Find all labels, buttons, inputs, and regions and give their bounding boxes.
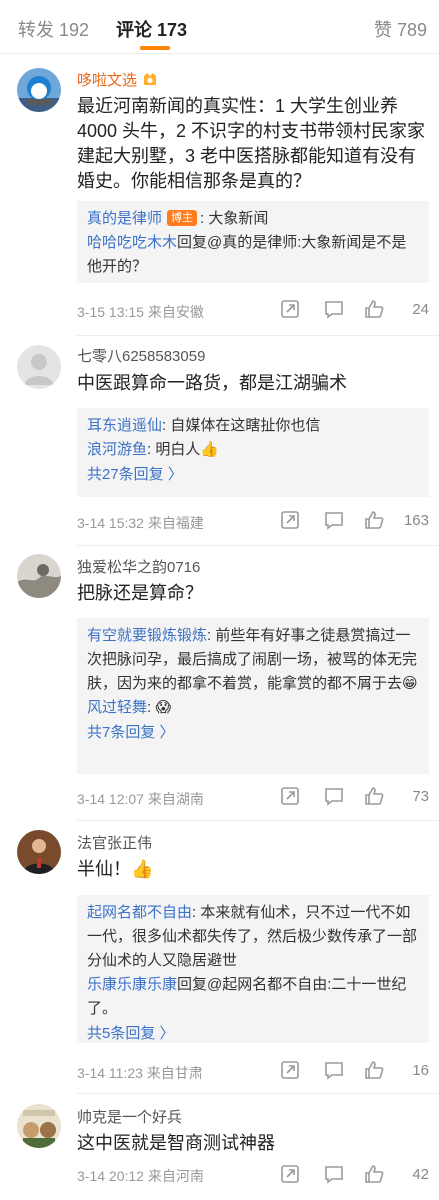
medal-icon [141,70,159,88]
comment-meta: 3-15 13:15 来自安徽 [77,304,204,320]
comment-divider [77,1093,439,1094]
author-name[interactable]: 独爱松华之韵0716 [77,556,200,577]
reply-item: 风过轻舞: 😱 [87,696,419,720]
reply-box[interactable]: 有空就要锻炼锻炼: 前些年有好事之徒悬赏搞过一次把脉问孕，最后搞成了闹剧一场，被… [77,618,429,774]
avatar[interactable] [17,345,61,389]
comment-divider [77,545,439,546]
reply-text: : 明白人👍 [147,441,220,458]
comment-tab-bar: 转发 192 评论 173 赞 789 [0,0,439,54]
reply-box[interactable]: 真的是律师 博主: 大象新闻 哈哈吃吃木木回复@真的是律师:大象新闻是不是他开的？ [77,201,429,283]
like-icon[interactable] [363,1059,385,1081]
like-count: 42 [412,1166,429,1183]
comment-actions: 163 [269,509,429,533]
share-icon[interactable] [279,509,301,531]
like-icon[interactable] [363,509,385,531]
reply-author[interactable]: 浪河游鱼 [87,441,147,458]
active-tab-indicator [140,46,170,50]
comment-actions: 24 [269,298,429,322]
comment-meta: 3-14 20:12 来自河南 [77,1168,204,1184]
like-count: 16 [412,1062,429,1079]
comment-icon[interactable] [323,785,345,807]
avatar[interactable] [17,830,61,874]
reply-text: : 大象新闻 [200,210,269,227]
reply-author[interactable]: 乐康乐康乐康 [87,976,177,993]
comment-text: 最近河南新闻的真实性：1 大学生创业养4000 头牛，2 不识字的村支书带领村民… [77,96,426,191]
reply-author[interactable]: 起网名都不自由 [87,904,192,921]
comment-divider [77,820,439,821]
author-name[interactable]: 帅克是一个好兵 [77,1106,182,1127]
avatar[interactable] [17,1104,61,1148]
reply-item: 起网名都不自由: 本来就有仙术，只不过一代不如一代，很多仙术都失传了，然后极少数… [87,901,419,973]
comment-author[interactable]: 哆啦文选 [77,69,159,90]
comment-icon[interactable] [323,298,345,320]
avatar[interactable] [17,68,61,112]
comment-icon[interactable] [323,1163,345,1185]
reply-item: 真的是律师 博主: 大象新闻 [87,207,419,231]
comment-divider [77,335,439,336]
tab-comments[interactable]: 评论 173 [116,16,187,42]
comment-actions: 73 [269,785,429,809]
reply-item: 哈哈吃吃木木回复@真的是律师:大象新闻是不是他开的？ [87,231,419,279]
share-icon[interactable] [279,1163,301,1185]
comment-text: 这中医就是智商测试神器 [77,1133,275,1153]
reply-author[interactable]: 风过轻舞 [87,699,147,716]
avatar[interactable] [17,554,61,598]
view-more-replies[interactable]: 共27条回复 〉 [87,462,419,488]
like-count: 24 [412,301,429,318]
like-icon[interactable] [363,785,385,807]
reply-box[interactable]: 起网名都不自由: 本来就有仙术，只不过一代不如一代，很多仙术都失传了，然后极少数… [77,895,429,1043]
comment-meta: 3-14 11:23 来自甘肃 [77,1065,203,1081]
comment-actions: 42 [269,1163,429,1187]
reply-box[interactable]: 耳东逍遥仙: 自媒体在这瞎扯你也信 浪河游鱼: 明白人👍 共27条回复 〉 [77,408,429,497]
reply-text: : 😱 [147,699,171,716]
view-more-replies[interactable]: 共5条回复 〉 [87,1021,419,1047]
author-name[interactable]: 七零八6258583059 [77,345,205,366]
comment-meta: 3-14 15:32 来自福建 [77,515,204,531]
reply-item: 有空就要锻炼锻炼: 前些年有好事之徒悬赏搞过一次把脉问孕，最后搞成了闹剧一场，被… [87,624,419,696]
reply-text: : 自媒体在这瞎扯你也信 [162,417,321,434]
view-more-replies[interactable]: 共7条回复 〉 [87,720,419,746]
comment-icon[interactable] [323,1059,345,1081]
reply-item: 耳东逍遥仙: 自媒体在这瞎扯你也信 [87,414,419,438]
tab-likes[interactable]: 赞 789 [374,16,427,42]
comment-text: 半仙！👍 [77,859,154,879]
comment-text: 中医跟算命一路货，都是江湖骗术 [77,373,347,393]
author-name[interactable]: 法官张正伟 [77,832,152,853]
share-icon[interactable] [279,785,301,807]
author-badge: 博主 [167,210,198,226]
reply-author[interactable]: 哈哈吃吃木木 [87,234,177,251]
reply-author[interactable]: 耳东逍遥仙 [87,417,162,434]
author-name[interactable]: 哆啦文选 [77,72,137,89]
reply-author[interactable]: 真的是律师 [87,210,162,227]
reply-author[interactable]: 有空就要锻炼锻炼 [87,627,207,644]
like-count: 163 [403,512,429,529]
share-icon[interactable] [279,1059,301,1081]
comment-text: 把脉还是算命？ [77,583,203,603]
like-icon[interactable] [363,298,385,320]
comment-actions: 16 [269,1059,429,1083]
reply-item: 浪河游鱼: 明白人👍 [87,438,419,462]
reply-item: 乐康乐康乐康回复@起网名都不自由:二十一世纪了。 [87,973,419,1021]
like-icon[interactable] [363,1163,385,1185]
comment-meta: 3-14 12:07 来自湖南 [77,791,204,807]
comment-icon[interactable] [323,509,345,531]
tab-repost[interactable]: 转发 192 [18,16,89,42]
share-icon[interactable] [279,298,301,320]
like-count: 73 [412,788,429,805]
